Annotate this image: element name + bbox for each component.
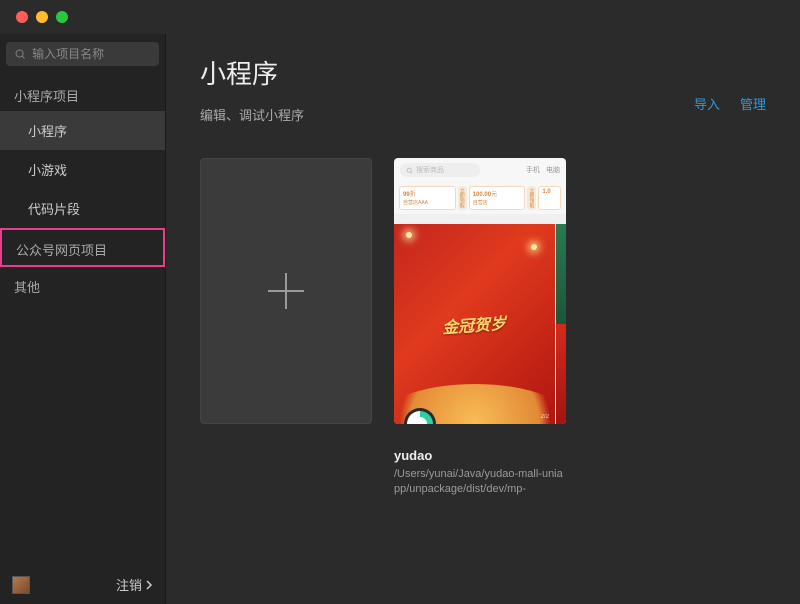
- preview-coupon: 99折 自营店AAA: [399, 186, 456, 210]
- preview-coupon: 1.0: [538, 186, 561, 210]
- sidebar-item-minigame[interactable]: 小游戏: [0, 150, 165, 189]
- project-preview: 搜索商品 手机 电脑 99折 自营店AAA 立即领取: [394, 158, 566, 424]
- preview-pagination: 2/2: [541, 414, 549, 420]
- main-panel: 小程序 编辑、调试小程序 导入 管理 搜索商品: [166, 34, 800, 604]
- project-card[interactable]: 搜索商品 手机 电脑 99折 自营店AAA 立即领取: [394, 158, 566, 498]
- preview-banner-text: 金冠贺岁: [442, 310, 508, 338]
- project-search-input[interactable]: [32, 47, 151, 61]
- import-button[interactable]: 导入: [694, 94, 720, 113]
- sidebar-section-official-account-web[interactable]: 公众号网页项目: [0, 228, 165, 267]
- titlebar: [0, 0, 800, 34]
- search-icon: [14, 47, 26, 61]
- preview-search-placeholder: 搜索商品: [416, 165, 444, 175]
- preview-coupon-button: 立即领取: [458, 186, 467, 210]
- plus-icon: [268, 273, 304, 309]
- maximize-window-button[interactable]: [56, 11, 68, 23]
- manage-button[interactable]: 管理: [740, 94, 766, 113]
- preview-side-banner: [556, 224, 566, 424]
- page-subtitle: 编辑、调试小程序: [200, 105, 766, 124]
- user-avatar[interactable]: [12, 576, 30, 594]
- search-icon: [406, 167, 413, 174]
- sidebar-section-other[interactable]: 其他: [0, 267, 165, 302]
- sidebar-item-miniprogram[interactable]: 小程序: [0, 111, 165, 150]
- project-search[interactable]: [6, 42, 159, 66]
- preview-banner: 金冠贺岁 2/2: [394, 224, 555, 424]
- project-path: /Users/yunai/Java/yudao-mall-uniapp/unpa…: [394, 467, 566, 498]
- minimize-window-button[interactable]: [36, 11, 48, 23]
- project-icon: [407, 411, 433, 424]
- page-title: 小程序: [200, 54, 766, 91]
- logout-button[interactable]: 注销: [116, 575, 153, 594]
- preview-tab-phone: 手机: [526, 165, 540, 175]
- sidebar-item-code-snippet[interactable]: 代码片段: [0, 189, 165, 228]
- preview-tab-pc: 电脑: [546, 165, 560, 175]
- sidebar-section-miniprogram-projects: 小程序项目: [0, 76, 165, 111]
- preview-coupon-button: 立即领取: [527, 186, 536, 210]
- sidebar: 小程序项目 小程序 小游戏 代码片段 公众号网页项目 其他 注销: [0, 34, 166, 604]
- preview-coupon: 100.00元 自营店: [469, 186, 526, 210]
- chevron-right-icon: [146, 580, 153, 590]
- new-project-card[interactable]: [200, 158, 372, 498]
- logout-label: 注销: [116, 575, 142, 594]
- project-name: yudao: [394, 448, 566, 463]
- close-window-button[interactable]: [16, 11, 28, 23]
